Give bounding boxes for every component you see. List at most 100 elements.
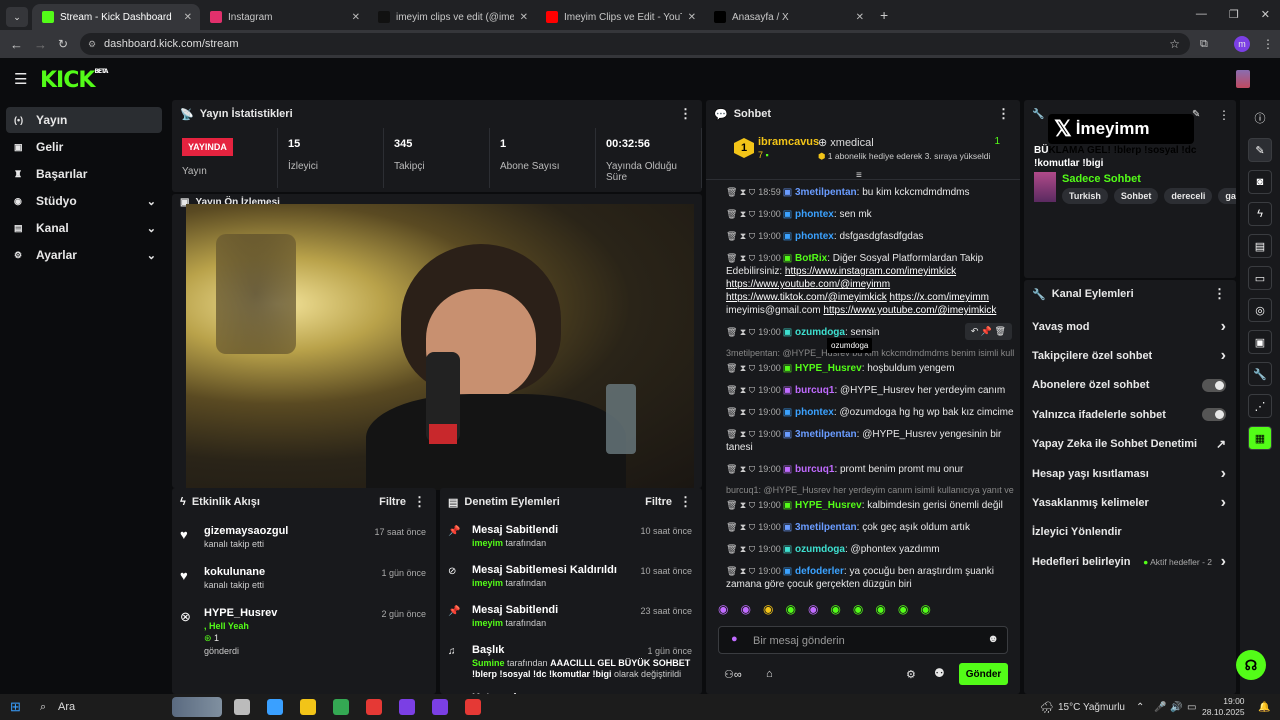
browser-tab-2[interactable]: imeyim clips ve edit (@imeyimk ✕ — [368, 4, 536, 30]
moderation-item[interactable]: 📌 Mesaj Sabitlendi imeyim tarafından 23 saa… — [440, 604, 702, 632]
mod-actions-icon[interactable]: 🗑 ⧗ ⛉ — [726, 429, 755, 439]
chat-link[interactable]: https://www.instagram.com/imeyimkick — [785, 266, 956, 277]
moderator-name[interactable]: imeyim — [472, 578, 503, 588]
clapper-icon[interactable]: ▦ — [1248, 426, 1272, 450]
toggle-switch[interactable] — [1202, 378, 1226, 392]
activity-item[interactable]: ♥ kokulunane kanalı takip etti 1 gün önce — [172, 566, 436, 594]
chat-username[interactable]: burcuq1 — [795, 464, 834, 475]
user-avatar[interactable] — [1236, 70, 1250, 88]
chat-message[interactable]: 🗑 ⧗ ⛉ 19:00 ▣ burcuq1: promt benim promt m… — [712, 463, 1014, 476]
emote-5-icon[interactable]: ◉ — [830, 602, 840, 616]
chevron-down-icon[interactable]: ⌄ — [147, 249, 156, 262]
sidebar-item-1[interactable]: ▣ Gelir — [6, 134, 162, 160]
tag-chip[interactable]: Turkish — [1062, 188, 1108, 204]
mod-actions-icon[interactable]: 🗑 ⧗ ⛉ — [726, 544, 755, 554]
chat-username[interactable]: phontex — [795, 209, 834, 220]
channel-action-8[interactable]: Hedefleri belirleyin ● Aktif hedefler - 2… — [1024, 547, 1236, 576]
chevron-right-icon[interactable]: › — [1221, 553, 1226, 571]
channel-action-7[interactable]: İzleyici Yönlendir — [1024, 518, 1236, 547]
forward-icon[interactable]: → — [34, 37, 47, 52]
sidebar-item-0[interactable]: (•) Yayın — [6, 107, 162, 133]
chat-username[interactable]: ozumdoga — [795, 327, 845, 338]
tray-chevron-icon[interactable]: ⌃ — [1136, 702, 1144, 713]
emote-9-icon[interactable]: ◉ — [920, 602, 930, 616]
tag-chip[interactable]: gaming — [1218, 188, 1236, 204]
support-chat-icon[interactable]: ☊ — [1236, 650, 1266, 680]
stats-menu-icon[interactable]: ⋮ — [679, 106, 692, 122]
sidebar-item-2[interactable]: ♜ Başarılar — [6, 161, 162, 187]
site-info-icon[interactable]: ⚙ — [88, 39, 96, 50]
chat-username[interactable]: HYPE_Husrev — [795, 363, 862, 374]
chat-message[interactable]: 🗑 ⧗ ⛉ 18:59 ▣ 3metilpentan: bu kim kckcmdm… — [712, 186, 1014, 199]
moderator-name[interactable]: Sumine — [472, 658, 505, 668]
mod-actions-icon[interactable]: 🗑 ⧗ ⛉ — [726, 253, 755, 263]
maximize-icon[interactable]: ❐ — [1229, 8, 1239, 21]
moderation-item[interactable]: 📌 Mesaj Sabitlendi imeyim tarafından 10 saa… — [440, 524, 702, 552]
channel-action-2[interactable]: Abonelere özel sohbet — [1024, 371, 1236, 400]
tab-close-icon[interactable]: ✕ — [184, 12, 192, 23]
chevron-down-icon[interactable]: ⌄ — [147, 222, 156, 235]
toggle-switch[interactable] — [1202, 408, 1226, 422]
store-icon[interactable]: ⌂ — [766, 668, 773, 680]
chat-username[interactable]: burcuq1 — [795, 385, 834, 396]
chat-username[interactable]: 3metilpentan — [795, 429, 857, 440]
kick-logo[interactable]: KICKBETA — [40, 68, 108, 93]
sidebar-item-3[interactable]: ◉ Stüdyo ⌄ — [6, 188, 162, 214]
stream-preview-video[interactable] — [186, 204, 694, 490]
bookmark-star-icon[interactable]: ☆ — [1169, 37, 1180, 51]
chevron-right-icon[interactable]: › — [1221, 318, 1226, 336]
chat-username[interactable]: HYPE_Husrev — [795, 500, 862, 511]
chat-username[interactable]: phontex — [795, 407, 834, 418]
mod-actions-icon[interactable]: 🗑 ⧗ ⛉ — [726, 566, 755, 576]
broadcast-icon[interactable]: ◎ — [1248, 298, 1272, 322]
taskbar-search-icon[interactable]: ⌕ — [40, 701, 46, 714]
tab-close-icon[interactable]: ✕ — [352, 12, 360, 23]
chat-link[interactable]: https://x.com/imeyimm — [890, 292, 989, 303]
browser-tab-3[interactable]: İmeyim Clips ve Edit - YouTube ✕ — [536, 4, 704, 30]
mod-actions-icon[interactable]: 🗑 ⧗ ⛉ — [726, 500, 755, 510]
taskbar-app-7-icon[interactable] — [465, 699, 481, 715]
channel-actions-menu-icon[interactable]: ⋮ — [1213, 286, 1226, 302]
browser-menu-icon[interactable]: ⋮ — [1262, 37, 1274, 51]
browser-tab-0[interactable]: Stream - Kick Dashboard ✕ — [32, 4, 200, 30]
new-tab-icon[interactable]: + — [880, 7, 888, 23]
notifications-icon[interactable]: 🔔 — [1258, 702, 1270, 713]
sidebar-item-5[interactable]: ⚙ Ayarlar ⌄ — [6, 242, 162, 268]
chat-username[interactable]: ozumdoga — [795, 544, 845, 555]
category-thumbnail[interactable] — [1034, 172, 1056, 202]
chat-message[interactable]: 🗑 ⧗ ⛉ 19:00 ▣ burcuq1: @HYPE_Husrev her ye… — [712, 384, 1014, 397]
moderation-item[interactable]: ♫ Başlık Sumine tarafından AAACILLL GEL BÜ… — [440, 644, 702, 680]
mod-actions-icon[interactable]: 🗑 ⧗ ⛉ — [726, 407, 755, 417]
chat-link[interactable]: https://www.youtube.com/@imeyimm — [726, 279, 890, 290]
back-icon[interactable]: ← — [10, 37, 23, 52]
tab-search-button[interactable]: ⌄ — [6, 7, 28, 27]
chat-username[interactable]: 3metilpentan — [795, 522, 857, 533]
pen-icon[interactable]: ✎ — [1248, 138, 1272, 162]
chat-icon[interactable]: ▭ — [1248, 266, 1272, 290]
weather-icon[interactable]: 🌧 — [1040, 701, 1054, 714]
chat-username[interactable]: 3metilpentan — [795, 187, 857, 198]
moderator-name[interactable]: imeyim — [472, 538, 503, 548]
mod-actions-icon[interactable]: 🗑 ⧗ ⛉ — [726, 363, 755, 373]
extensions-icon[interactable]: ⧉ — [1200, 38, 1208, 51]
mod-actions-icon[interactable]: 🗑 ⧗ ⛉ — [726, 327, 755, 337]
taskbar-app-0-icon[interactable] — [234, 699, 250, 715]
battery-icon[interactable]: ▭ — [1187, 702, 1196, 713]
moderation-menu-icon[interactable]: ⋮ — [679, 494, 692, 510]
taskbar-app-1-icon[interactable] — [267, 699, 283, 715]
emote-7-icon[interactable]: ◉ — [875, 602, 885, 616]
taskbar-search-label[interactable]: Ara — [58, 701, 75, 713]
message-action-icons[interactable]: ↶ 📌 🗑 — [971, 326, 1006, 336]
tag-chip[interactable]: dereceli — [1164, 188, 1213, 204]
browser-tab-1[interactable]: Instagram ✕ — [200, 4, 368, 30]
minimize-icon[interactable]: — — [1196, 8, 1207, 21]
mod-actions-icon[interactable]: 🗑 ⧗ ⛉ — [726, 231, 755, 241]
chat-message[interactable]: 🗑 ⧗ ⛉ 19:00 ▣ ozumdoga: sensin ↶ 📌 🗑 ozumdog… — [712, 323, 1014, 353]
activity-item[interactable]: ⊗ HYPE_Husrev, Hell Yeah ⊛ 1 gönderdi 2 gün … — [172, 607, 436, 656]
chat-username[interactable]: defoderler — [795, 566, 844, 577]
activity-menu-icon[interactable]: ⋮ — [413, 494, 426, 510]
chat-message[interactable]: 🗑 ⧗ ⛉ 19:00 ▣ phontex: @ozumdoga hg hg wp … — [712, 406, 1014, 419]
taskbar-app-2-icon[interactable] — [300, 699, 316, 715]
camera-icon[interactable]: ◙ — [1248, 170, 1272, 194]
activity-filter-button[interactable]: Filtre — [379, 496, 406, 508]
